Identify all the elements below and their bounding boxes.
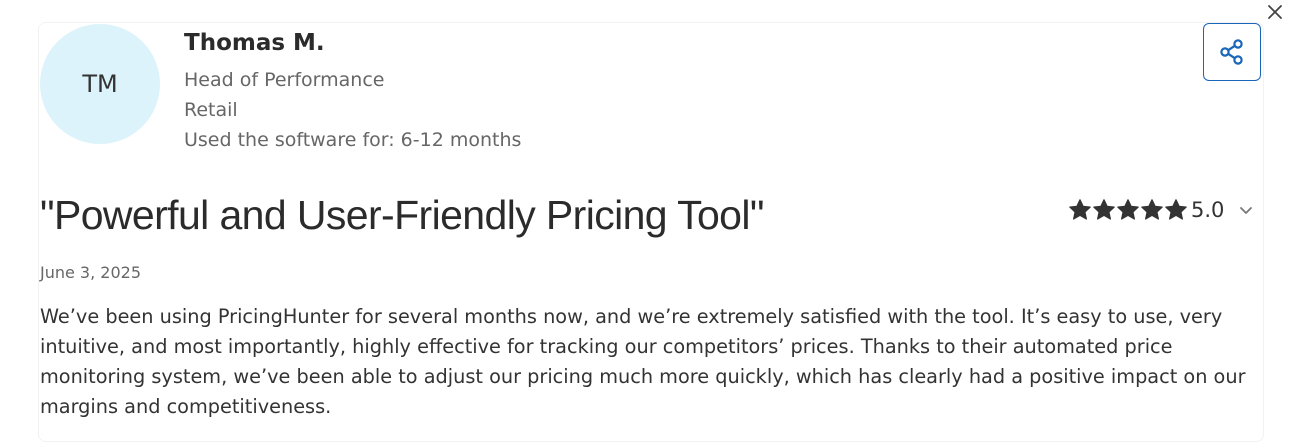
reviewer-industry: Retail <box>184 99 238 121</box>
reviewer-role: Head of Performance <box>184 69 385 91</box>
avatar-initials: TM <box>82 70 118 98</box>
star-icon <box>1093 199 1115 220</box>
star-rating <box>1068 198 1188 222</box>
review-title: "Powerful and User-Friendly Pricing Tool… <box>40 192 764 238</box>
star-icon <box>1117 199 1139 220</box>
review-date: June 3, 2025 <box>40 263 141 282</box>
rating: 5.0 <box>1068 196 1254 224</box>
chevron-down-icon[interactable] <box>1238 202 1254 218</box>
avatar: TM <box>40 24 160 144</box>
star-icon <box>1069 199 1091 220</box>
close-icon <box>1268 5 1282 19</box>
reviewer-name: Thomas M. <box>184 30 325 56</box>
rating-value: 5.0 <box>1191 198 1225 222</box>
close-button[interactable] <box>1262 0 1288 24</box>
share-icon <box>1220 39 1243 65</box>
star-icon <box>1165 199 1187 220</box>
reviewer-usage: Used the software for: 6-12 months <box>184 129 522 151</box>
share-button[interactable] <box>1203 23 1261 81</box>
star-icon <box>1141 199 1163 220</box>
review-body: We’ve been using PricingHunter for sever… <box>40 305 1246 418</box>
